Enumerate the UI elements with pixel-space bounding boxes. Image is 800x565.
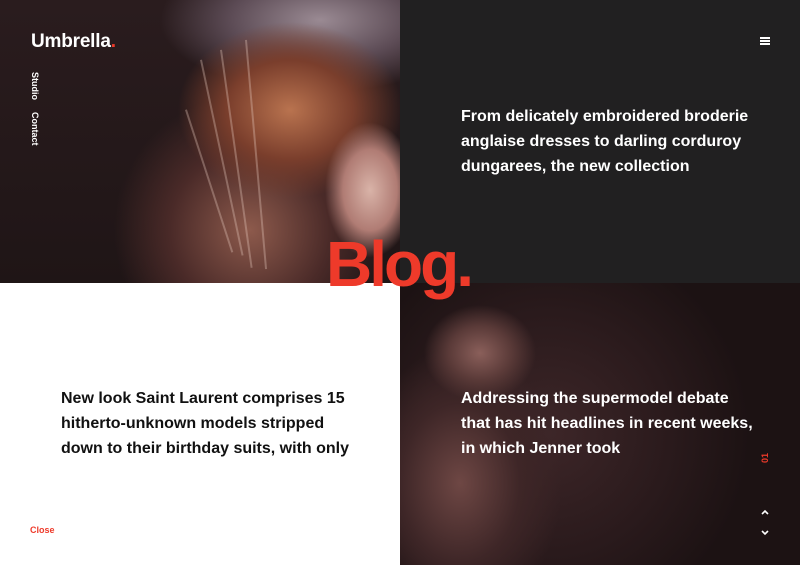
page-indicator: 01	[760, 453, 770, 464]
chevron-down-icon[interactable]	[758, 527, 772, 537]
brand-dot: .	[110, 31, 116, 52]
close-link[interactable]: Close	[30, 525, 55, 535]
brand-logo[interactable]: Umbrella.	[31, 31, 116, 53]
hamburger-menu-icon[interactable]	[760, 37, 770, 45]
chevron-up-icon[interactable]	[758, 508, 772, 518]
page-title: Blog.	[326, 228, 474, 300]
post-excerpt-1[interactable]: From delicately embroidered broderie ang…	[461, 104, 761, 179]
brand-name: Umbrella	[31, 31, 111, 52]
post-excerpt-3[interactable]: Addressing the supermodel debate that ha…	[461, 386, 761, 461]
nav-studio-link[interactable]: Studio	[30, 72, 40, 100]
nav-contact-link[interactable]: Contact	[30, 112, 40, 146]
post-excerpt-2[interactable]: New look Saint Laurent comprises 15 hith…	[61, 386, 361, 461]
